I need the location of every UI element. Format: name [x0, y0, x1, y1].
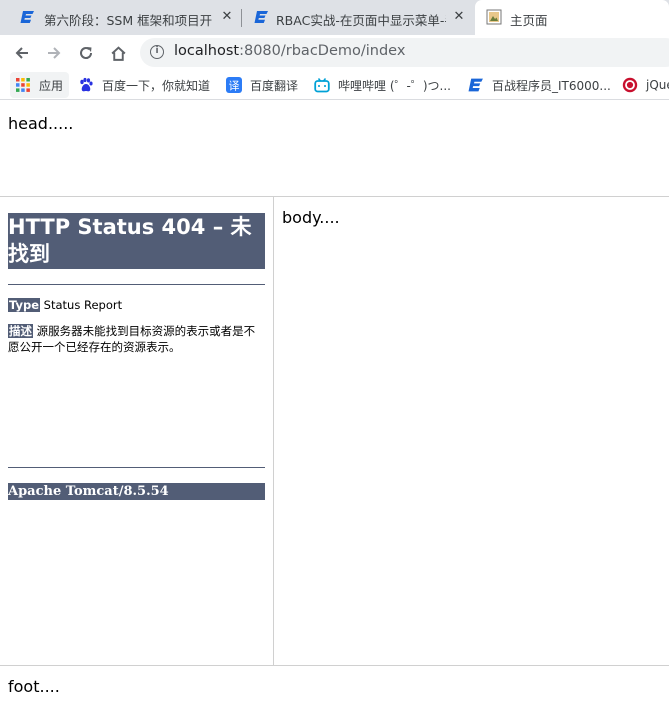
page-favicon-icon	[486, 9, 502, 25]
tab-ssm[interactable]: 第六阶段：SSM 框架和项目开发 ✕	[8, 0, 240, 35]
browser-toolbar: i localhost:8080/rbacDemo/index	[0, 35, 669, 70]
url-path: :8080/rbacDemo/index	[239, 43, 406, 59]
bookmark-label: jQue	[646, 78, 669, 92]
home-button[interactable]	[106, 41, 130, 65]
forward-arrow-icon	[48, 47, 61, 59]
body-frame: body....	[274, 197, 669, 665]
bookmark-label: 百战程序员_IT6000...	[492, 78, 611, 93]
tab-strip: 第六阶段：SSM 框架和项目开发 ✕ RBAC实战-在页面中显示菜单-手 ✕ 主…	[0, 0, 669, 35]
back-arrow-icon	[15, 47, 28, 59]
foot-text: foot....	[8, 677, 60, 696]
left-frame: HTTP Status 404 – 未找到 Type Status Report…	[0, 197, 273, 665]
tab-title: RBAC实战-在页面中显示菜单-手	[276, 13, 446, 28]
error-title: HTTP Status 404 – 未找到	[8, 213, 265, 269]
back-button[interactable]	[10, 41, 34, 65]
apps-grid-icon	[16, 78, 30, 92]
close-icon[interactable]: ✕	[452, 10, 466, 24]
tab-rbac[interactable]: RBAC实战-在页面中显示菜单-手 ✕	[242, 0, 474, 35]
bjsxt-favicon-icon	[254, 11, 268, 23]
bilibili-tv-icon	[314, 78, 330, 93]
body-text: body....	[282, 208, 340, 227]
error-type-value: Status Report	[43, 298, 123, 312]
head-text: head.....	[8, 114, 74, 133]
error-divider	[8, 284, 265, 285]
baidu-paw-icon	[80, 77, 93, 92]
bookmark-label: 百度一下，你就知道	[102, 78, 211, 93]
bookmark-jquery[interactable]: jQue	[622, 70, 669, 100]
bookmark-baidu-translate[interactable]: 译 百度翻译	[226, 70, 298, 100]
bookmark-label: 应用	[39, 78, 64, 93]
error-type: Type Status Report	[8, 297, 268, 313]
reload-icon	[80, 47, 93, 59]
jquery-logo-icon	[622, 77, 638, 93]
info-icon[interactable]: i	[150, 45, 164, 59]
bookmark-bjsxt[interactable]: 百战程序员_IT6000...	[468, 70, 611, 100]
url-host: localhost	[174, 43, 240, 59]
address-url[interactable]: localhost:8080/rbacDemo/index	[174, 43, 405, 59]
head-frame: head.....	[0, 101, 669, 197]
foot-frame: foot....	[0, 666, 669, 715]
close-icon[interactable]: ✕	[220, 10, 234, 24]
error-description: 描述 源服务器未能找到目标资源的表示或者是不愿公开一个已经存在的资源表示。	[8, 323, 266, 355]
bjsxt-favicon-icon	[20, 11, 34, 23]
error-divider	[8, 467, 265, 468]
bookmark-label: 百度翻译	[250, 78, 299, 93]
bookmark-bilibili[interactable]: 哔哩哔哩 (゜-゜)つ...	[314, 70, 451, 100]
address-bar[interactable]: i localhost:8080/rbacDemo/index	[140, 38, 669, 67]
bjsxt-logo-icon	[468, 78, 483, 92]
baidu-translate-icon: 译	[226, 77, 242, 93]
bookmark-label: 哔哩哔哩 (゜-゜)つ...	[338, 78, 451, 93]
reload-button[interactable]	[74, 41, 98, 65]
bookmarks-bar: 应用 百度一下，你就知道 译 百度翻译 哔哩哔哩 (゜-゜)つ... 百战程序员…	[0, 70, 669, 100]
page-content: head..... HTTP Status 404 – 未找到 Type Sta…	[0, 101, 669, 715]
svg-text:译: 译	[229, 80, 240, 93]
server-info: Apache Tomcat/8.5.54	[8, 483, 265, 500]
home-icon	[110, 45, 126, 61]
tab-title: 第六阶段：SSM 框架和项目开发	[44, 13, 212, 28]
forward-button[interactable]	[42, 41, 66, 65]
error-type-label: Type	[8, 298, 41, 312]
tab-main[interactable]: 主页面	[475, 0, 669, 35]
error-desc-label: 描述	[8, 324, 33, 338]
bookmark-baidu[interactable]: 百度一下，你就知道	[78, 70, 210, 100]
tab-title: 主页面	[510, 13, 548, 28]
bookmark-apps[interactable]: 应用	[10, 72, 70, 98]
error-desc-value: 源服务器未能找到目标资源的表示或者是不愿公开一个已经存在的资源表示。	[8, 324, 256, 354]
